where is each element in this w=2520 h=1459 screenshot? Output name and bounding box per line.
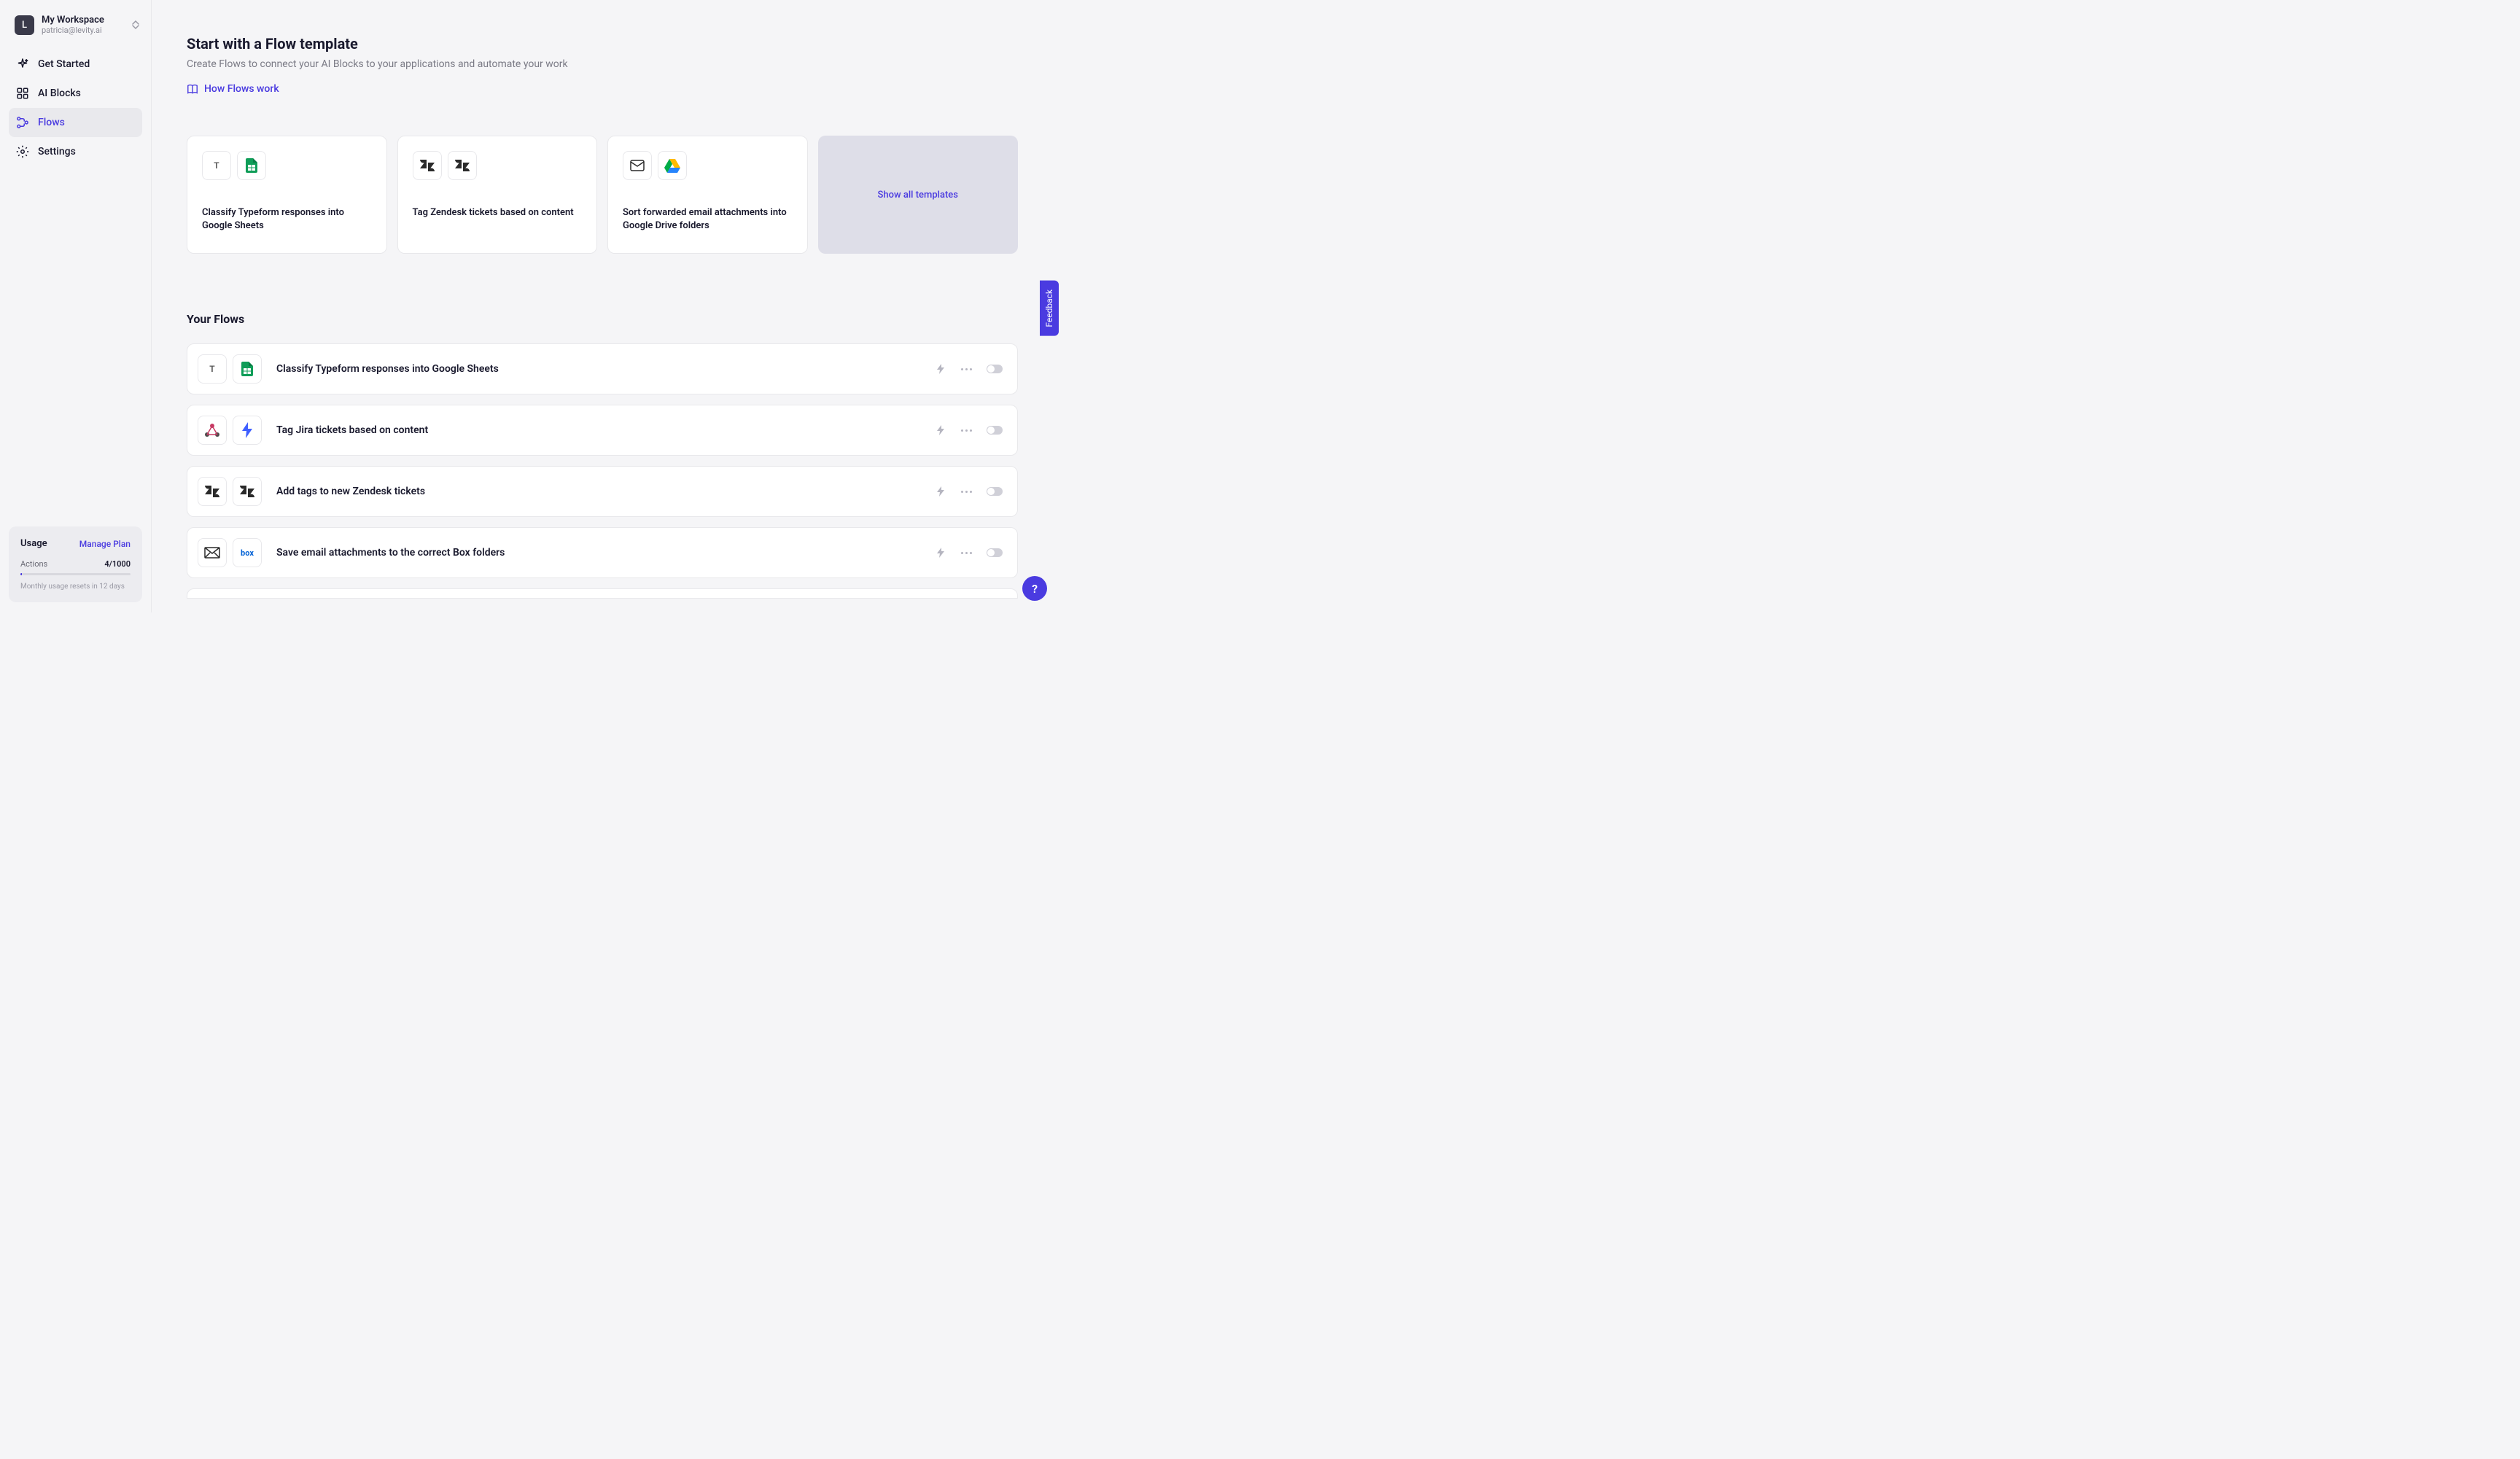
bolt-blue-icon: [233, 416, 262, 445]
template-title: Classify Typeform responses into Google …: [202, 206, 372, 233]
flow-title: Add tags to new Zendesk tickets: [276, 486, 920, 497]
usage-title: Usage: [20, 538, 47, 549]
sparkle-icon: [16, 58, 29, 71]
main-content: Start with a Flow template Create Flows …: [152, 0, 1059, 612]
book-icon: [187, 84, 198, 94]
page-title: Start with a Flow template: [187, 35, 1018, 52]
grid-icon: [16, 87, 29, 100]
help-button[interactable]: ?: [1022, 576, 1047, 601]
typeform-icon: T: [202, 151, 231, 180]
flow-title: Tag Jira tickets based on content: [276, 424, 920, 436]
how-flows-work-link[interactable]: How Flows work: [187, 83, 279, 95]
manage-plan-link[interactable]: Manage Plan: [79, 539, 131, 549]
workspace-name: My Workspace: [42, 15, 125, 26]
zendesk-icon: [198, 477, 227, 506]
flow-title: Classify Typeform responses into Google …: [276, 363, 920, 375]
workspace-switcher[interactable]: L My Workspace patricia@levity.ai: [0, 0, 151, 50]
flow-toggle[interactable]: [987, 548, 1003, 557]
typeform-icon: T: [198, 354, 227, 384]
zendesk-icon: [413, 151, 442, 180]
sidebar: L My Workspace patricia@levity.ai Get St…: [0, 0, 152, 612]
usage-progress-bar: [20, 573, 131, 575]
sidebar-item-label: Get Started: [38, 58, 90, 70]
gear-icon: [16, 145, 29, 158]
sidebar-item-ai-blocks[interactable]: AI Blocks: [9, 79, 142, 108]
sidebar-item-label: AI Blocks: [38, 87, 81, 99]
bolt-icon[interactable]: [935, 547, 946, 559]
show-all-templates-button[interactable]: Show all templates: [818, 136, 1019, 254]
zendesk-icon: [233, 477, 262, 506]
flow-row[interactable]: Add tags to new Zendesk tickets: [187, 466, 1018, 517]
bolt-icon[interactable]: [935, 363, 946, 375]
more-menu-button[interactable]: [961, 552, 972, 554]
template-title: Tag Zendesk tickets based on content: [413, 206, 583, 219]
usage-card: Usage Manage Plan Actions 4/1000 Monthly…: [9, 526, 142, 602]
more-menu-button[interactable]: [961, 491, 972, 493]
flow-row[interactable]: box Save email attachments to the correc…: [187, 527, 1018, 578]
workspace-avatar: L: [15, 15, 34, 35]
email-icon: [623, 151, 652, 180]
chevron-up-down-icon: [132, 20, 139, 29]
webhook-icon: [198, 416, 227, 445]
template-card[interactable]: T Classify Typeform responses into Googl…: [187, 136, 387, 254]
google-sheets-icon: [237, 151, 266, 180]
how-link-label: How Flows work: [204, 83, 279, 95]
sidebar-item-label: Flows: [38, 117, 65, 128]
flow-toggle[interactable]: [987, 426, 1003, 435]
bolt-icon[interactable]: [935, 424, 946, 436]
flow-toggle[interactable]: [987, 487, 1003, 496]
sidebar-item-flows[interactable]: Flows: [9, 108, 142, 137]
zendesk-icon: [448, 151, 477, 180]
flow-row[interactable]: [187, 588, 1018, 599]
templates-grid: T Classify Typeform responses into Googl…: [187, 136, 1018, 254]
sidebar-item-label: Settings: [38, 146, 76, 157]
template-card[interactable]: Sort forwarded email attachments into Go…: [607, 136, 808, 254]
more-menu-button[interactable]: [961, 429, 972, 432]
template-title: Sort forwarded email attachments into Go…: [623, 206, 793, 233]
flow-row[interactable]: Tag Jira tickets based on content: [187, 405, 1018, 456]
flow-row[interactable]: T Classify Typeform responses into Googl…: [187, 343, 1018, 394]
usage-actions-value: 4/1000: [104, 559, 131, 569]
your-flows-heading: Your Flows: [187, 312, 1018, 326]
sidebar-nav: Get Started AI Blocks Flows Settings: [0, 50, 151, 166]
more-menu-button[interactable]: [961, 368, 972, 370]
usage-reset-note: Monthly usage resets in 12 days: [20, 583, 131, 591]
workspace-email: patricia@levity.ai: [42, 26, 125, 35]
email-outline-icon: [198, 538, 227, 567]
show-all-label: Show all templates: [878, 190, 958, 201]
google-sheets-icon: [233, 354, 262, 384]
page-subtitle: Create Flows to connect your AI Blocks t…: [187, 58, 1018, 70]
template-card[interactable]: Tag Zendesk tickets based on content: [397, 136, 598, 254]
flow-title: Save email attachments to the correct Bo…: [276, 547, 920, 559]
sidebar-item-settings[interactable]: Settings: [9, 137, 142, 166]
box-icon: box: [233, 538, 262, 567]
google-drive-icon: [658, 151, 687, 180]
flow-toggle[interactable]: [987, 365, 1003, 373]
bolt-icon[interactable]: [935, 486, 946, 497]
feedback-tab[interactable]: Feedback: [1040, 281, 1059, 336]
usage-actions-label: Actions: [20, 559, 47, 569]
flows-icon: [16, 116, 29, 129]
workspace-info: My Workspace patricia@levity.ai: [42, 15, 125, 35]
sidebar-item-get-started[interactable]: Get Started: [9, 50, 142, 79]
